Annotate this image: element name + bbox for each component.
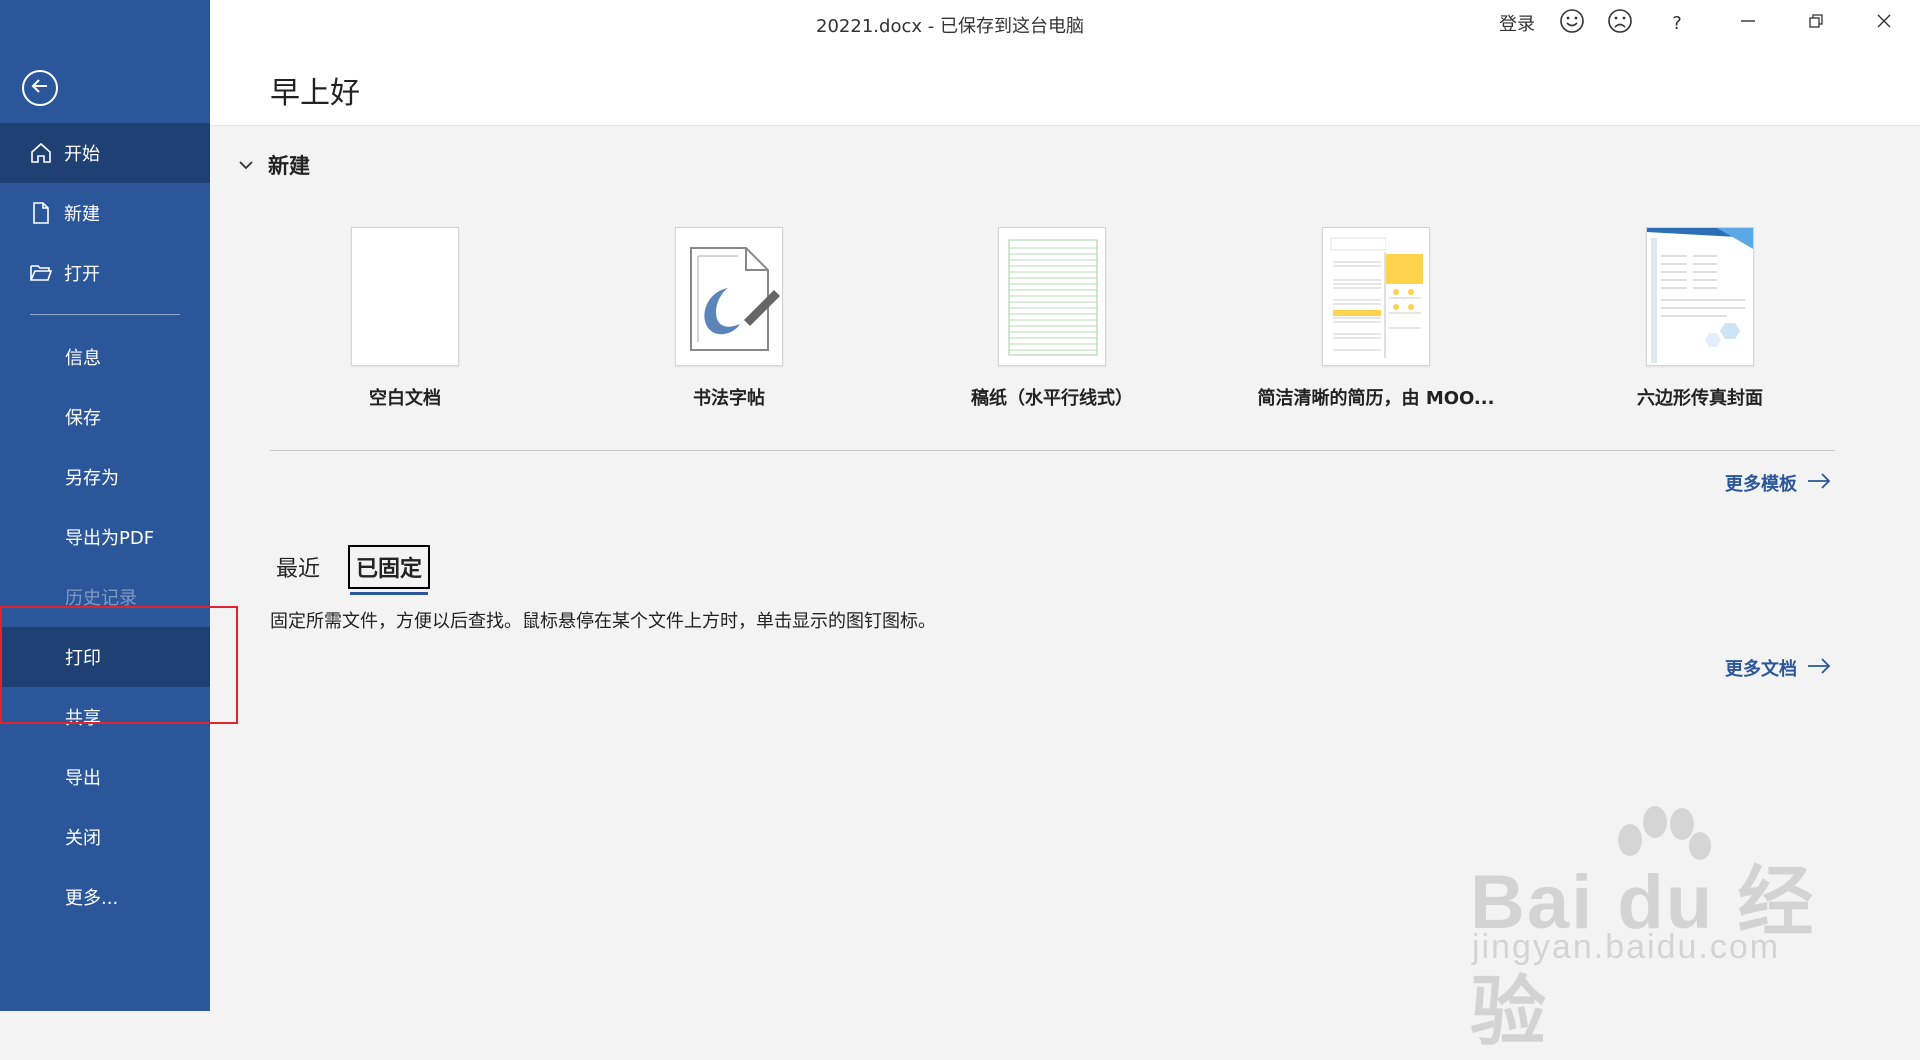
smiley-feedback-button[interactable]	[1555, 8, 1589, 38]
calligraphy-brush-icon	[690, 247, 780, 351]
sidebar-item-more[interactable]: 更多...	[0, 867, 210, 927]
sidebar-item-home[interactable]: 开始	[0, 123, 210, 183]
new-section-toggle[interactable]: 新建	[236, 150, 310, 180]
template-blank-document[interactable]: 空白文档	[255, 227, 555, 410]
more-documents-label: 更多文档	[1725, 659, 1797, 680]
tab-recent[interactable]: 最近	[270, 547, 326, 587]
home-icon	[28, 140, 54, 166]
annotation-highlight-box	[0, 606, 238, 724]
template-name: 简洁清晰的简历，由 MOO...	[1257, 388, 1495, 409]
document-title: 20221.docx - 已保存到这台电脑	[816, 16, 1084, 37]
sidebar-item-label: 开始	[64, 144, 100, 165]
frown-feedback-button[interactable]	[1603, 8, 1637, 38]
sidebar-item-open[interactable]: 打开	[0, 243, 210, 303]
greeting-text: 早上好	[270, 76, 360, 111]
template-ruled-paper[interactable]: 稿纸（水平行线式）	[902, 227, 1202, 410]
restore-icon	[1808, 13, 1824, 34]
more-templates-link[interactable]: 更多模板	[1725, 470, 1831, 496]
sidebar-item-info[interactable]: 信息	[0, 327, 210, 387]
arrow-right-icon	[1807, 472, 1831, 495]
smiley-icon	[1559, 8, 1585, 39]
tab-pinned[interactable]: 已固定	[348, 545, 431, 595]
template-name: 书法字帖	[693, 388, 765, 409]
sidebar-item-export-pdf[interactable]: 导出为PDF	[0, 507, 210, 567]
sidebar-item-label: 更多...	[65, 888, 119, 909]
login-button[interactable]: 登录	[1495, 8, 1539, 38]
sidebar-item-save-as[interactable]: 另存为	[0, 447, 210, 507]
resume-preview-graphic	[1330, 237, 1423, 358]
template-thumbnail	[1322, 227, 1430, 366]
sidebar-item-save[interactable]: 保存	[0, 387, 210, 447]
sidebar-item-label: 保存	[65, 408, 101, 429]
sidebar-item-label: 新建	[64, 204, 100, 225]
template-name: 稿纸（水平行线式）	[971, 388, 1133, 409]
backstage-sidebar: 开始 新建 打开 信息 保存 另存为 导出为PDF 历史记录 打印 共享 导出 …	[0, 0, 210, 1011]
sidebar-item-label: 信息	[65, 348, 101, 369]
new-section-title: 新建	[268, 154, 310, 178]
minimize-button[interactable]	[1726, 8, 1770, 38]
greeting-header: 早上好	[210, 46, 1920, 126]
watermark-url: jingyan.baidu.com	[1472, 928, 1781, 966]
template-thumbnail	[1646, 227, 1754, 366]
template-calligraphy[interactable]: 书法字帖	[579, 227, 879, 410]
restore-button[interactable]	[1794, 8, 1838, 38]
back-arrow-icon	[29, 75, 51, 101]
chevron-down-icon	[236, 155, 256, 175]
minimize-icon	[1740, 13, 1756, 34]
more-templates-label: 更多模板	[1725, 474, 1797, 495]
frown-icon	[1607, 8, 1633, 39]
section-divider	[270, 450, 1835, 451]
template-hexagon-fax-cover[interactable]: 六边形传真封面	[1550, 227, 1850, 410]
sidebar-item-label: 关闭	[65, 828, 101, 849]
folder-open-icon	[28, 260, 54, 286]
template-thumbnail	[675, 227, 783, 366]
help-button[interactable]: ?	[1660, 8, 1694, 38]
new-doc-icon	[28, 200, 54, 226]
baidu-watermark: Bai du 经验 jingyan.baidu.com	[1470, 800, 1870, 1055]
sidebar-item-label: 导出为PDF	[65, 528, 155, 549]
pinned-hint-text: 固定所需文件，方便以后查找。鼠标悬停在某个文件上方时，单击显示的图钉图标。	[270, 611, 936, 632]
sidebar-item-new[interactable]: 新建	[0, 183, 210, 243]
template-resume[interactable]: 简洁清晰的简历，由 MOO...	[1226, 227, 1526, 410]
template-thumbnail	[351, 227, 459, 366]
ruled-lines-graphic	[1008, 239, 1098, 356]
docs-tabs: 最近 已固定	[270, 545, 452, 595]
template-name: 空白文档	[369, 388, 441, 409]
close-icon	[1876, 13, 1892, 34]
template-name: 六边形传真封面	[1637, 388, 1763, 409]
more-documents-link[interactable]: 更多文档	[1725, 655, 1831, 681]
arrow-right-icon	[1807, 657, 1831, 680]
sidebar-item-label: 另存为	[65, 468, 119, 489]
close-window-button[interactable]	[1862, 8, 1906, 38]
hexagon-fax-graphic	[1647, 228, 1753, 363]
back-button[interactable]	[22, 70, 58, 106]
sidebar-item-export[interactable]: 导出	[0, 747, 210, 807]
template-thumbnail	[998, 227, 1106, 366]
sidebar-item-label: 打开	[64, 264, 100, 285]
sidebar-item-label: 导出	[65, 768, 101, 789]
sidebar-divider	[30, 314, 180, 315]
sidebar-item-close[interactable]: 关闭	[0, 807, 210, 867]
